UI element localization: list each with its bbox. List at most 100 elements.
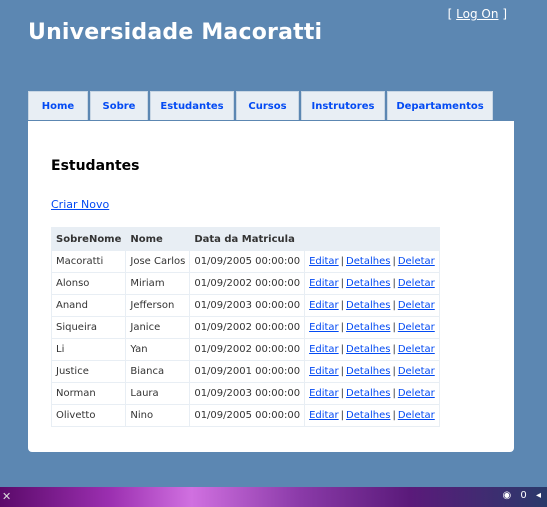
table-body: Macoratti Jose Carlos 01/09/2005 00:00:00 E…: [50, 250, 440, 427]
page-title: Estudantes: [51, 158, 140, 174]
delete-link[interactable]: Deletar: [398, 256, 435, 267]
cell-firstname: Nino: [125, 404, 191, 427]
cell-lastname: Siqueira: [50, 316, 127, 339]
cell-lastname: Anand: [50, 294, 127, 317]
cell-lastname: Justice: [50, 360, 127, 383]
action-separator: |: [392, 344, 396, 355]
cell-enrollment-date: 01/09/2003 00:00:00: [189, 382, 306, 405]
table-header-row: SobreNome Nome Data da Matricula: [50, 227, 440, 251]
cell-firstname: Yan: [125, 338, 191, 361]
table-row: Norman Laura 01/09/2003 00:00:00 Editar | Det…: [50, 382, 440, 405]
action-separator: |: [392, 410, 396, 421]
cell-actions: Editar | Detalhes | Deletar: [304, 294, 440, 317]
cell-firstname: Jose Carlos: [125, 250, 191, 273]
table-row: Siqueira Janice 01/09/2002 00:00:00 Editar |…: [50, 316, 440, 339]
cell-actions: Editar | Detalhes | Deletar: [304, 404, 440, 427]
cell-lastname: Li: [50, 338, 127, 361]
action-separator: |: [340, 278, 345, 289]
cell-enrollment-date: 01/09/2005 00:00:00: [189, 404, 306, 427]
details-link[interactable]: Detalhes: [346, 366, 390, 377]
action-separator: |: [392, 322, 396, 333]
cell-lastname: Norman: [50, 382, 127, 405]
table-row: Anand Jefferson 01/09/2003 00:00:00 Editar |…: [50, 294, 440, 317]
tab-departamentos[interactable]: Departamentos: [387, 91, 493, 120]
delete-link[interactable]: Deletar: [398, 344, 435, 355]
action-separator: |: [392, 366, 396, 377]
column-header-actions: [304, 227, 440, 251]
tab-home[interactable]: Home: [28, 91, 88, 120]
details-link[interactable]: Detalhes: [346, 410, 390, 421]
details-link[interactable]: Detalhes: [346, 300, 390, 311]
network-icon[interactable]: ◉: [502, 490, 511, 501]
action-separator: |: [340, 410, 345, 421]
create-new-link[interactable]: Criar Novo: [51, 198, 109, 211]
tab-estudantes[interactable]: Estudantes: [150, 91, 234, 120]
action-separator: |: [340, 344, 345, 355]
cell-firstname: Jefferson: [125, 294, 191, 317]
action-separator: |: [392, 300, 396, 311]
students-table: SobreNome Nome Data da Matricula Macorat…: [50, 227, 440, 427]
table-row: Olivetto Nino 01/09/2005 00:00:00 Editar | De…: [50, 404, 440, 427]
table-row: Alonso Miriam 01/09/2002 00:00:00 Editar | De…: [50, 272, 440, 295]
action-separator: |: [392, 278, 396, 289]
cell-firstname: Laura: [125, 382, 191, 405]
log-on-link[interactable]: Log On: [456, 7, 498, 21]
main-content: Estudantes Criar Novo SobreNome Nome Dat…: [28, 121, 514, 452]
edit-link[interactable]: Editar: [309, 322, 339, 333]
action-separator: |: [340, 388, 345, 399]
action-separator: |: [340, 366, 345, 377]
cell-lastname: Olivetto: [50, 404, 127, 427]
cell-firstname: Bianca: [125, 360, 191, 383]
tab-sobre[interactable]: Sobre: [90, 91, 148, 120]
login-bracket-close: ]: [502, 7, 507, 21]
site-title: Universidade Macoratti: [28, 20, 323, 45]
column-header-lastname: SobreNome: [50, 227, 127, 251]
table-row: Macoratti Jose Carlos 01/09/2005 00:00:00 E…: [50, 250, 440, 273]
volume-icon[interactable]: ◂: [536, 490, 541, 501]
cell-enrollment-date: 01/09/2005 00:00:00: [189, 250, 306, 273]
cell-enrollment-date: 01/09/2002 00:00:00: [189, 338, 306, 361]
edit-link[interactable]: Editar: [309, 278, 339, 289]
start-icon[interactable]: ✕: [2, 490, 11, 503]
edit-link[interactable]: Editar: [309, 410, 339, 421]
edit-link[interactable]: Editar: [309, 366, 339, 377]
delete-link[interactable]: Deletar: [398, 278, 435, 289]
details-link[interactable]: Detalhes: [346, 388, 390, 399]
cell-enrollment-date: 01/09/2002 00:00:00: [189, 272, 306, 295]
column-header-enrollment-date: Data da Matricula: [189, 227, 306, 251]
delete-link[interactable]: Deletar: [398, 410, 435, 421]
cell-lastname: Macoratti: [50, 250, 127, 273]
edit-link[interactable]: Editar: [309, 344, 339, 355]
cell-actions: Editar | Detalhes | Deletar: [304, 360, 440, 383]
edit-link[interactable]: Editar: [309, 256, 339, 267]
tray-count: 0: [520, 490, 527, 501]
action-separator: |: [392, 256, 396, 267]
action-separator: |: [340, 322, 345, 333]
table-row: Li Yan 01/09/2002 00:00:00 Editar | Detalhes |…: [50, 338, 440, 361]
delete-link[interactable]: Deletar: [398, 388, 435, 399]
delete-link[interactable]: Deletar: [398, 366, 435, 377]
tab-cursos[interactable]: Cursos: [236, 91, 299, 120]
edit-link[interactable]: Editar: [309, 388, 339, 399]
cell-enrollment-date: 01/09/2002 00:00:00: [189, 316, 306, 339]
delete-link[interactable]: Deletar: [398, 322, 435, 333]
details-link[interactable]: Detalhes: [346, 278, 390, 289]
cell-actions: Editar | Detalhes | Deletar: [304, 382, 440, 405]
cell-enrollment-date: 01/09/2001 00:00:00: [189, 360, 306, 383]
action-separator: |: [340, 256, 345, 267]
cell-firstname: Janice: [125, 316, 191, 339]
table-row: Justice Bianca 01/09/2001 00:00:00 Editar | D…: [50, 360, 440, 383]
cell-actions: Editar | Detalhes | Deletar: [304, 250, 440, 273]
taskbar: ✕ ◉ 0 ◂: [0, 487, 547, 507]
action-separator: |: [340, 300, 345, 311]
column-header-firstname: Nome: [125, 227, 191, 251]
cell-enrollment-date: 01/09/2003 00:00:00: [189, 294, 306, 317]
edit-link[interactable]: Editar: [309, 300, 339, 311]
delete-link[interactable]: Deletar: [398, 300, 435, 311]
login-area: [ Log On ]: [448, 7, 507, 21]
action-separator: |: [392, 388, 396, 399]
details-link[interactable]: Detalhes: [346, 344, 390, 355]
tab-instrutores[interactable]: Instrutores: [301, 91, 385, 120]
details-link[interactable]: Detalhes: [346, 256, 390, 267]
details-link[interactable]: Detalhes: [346, 322, 390, 333]
